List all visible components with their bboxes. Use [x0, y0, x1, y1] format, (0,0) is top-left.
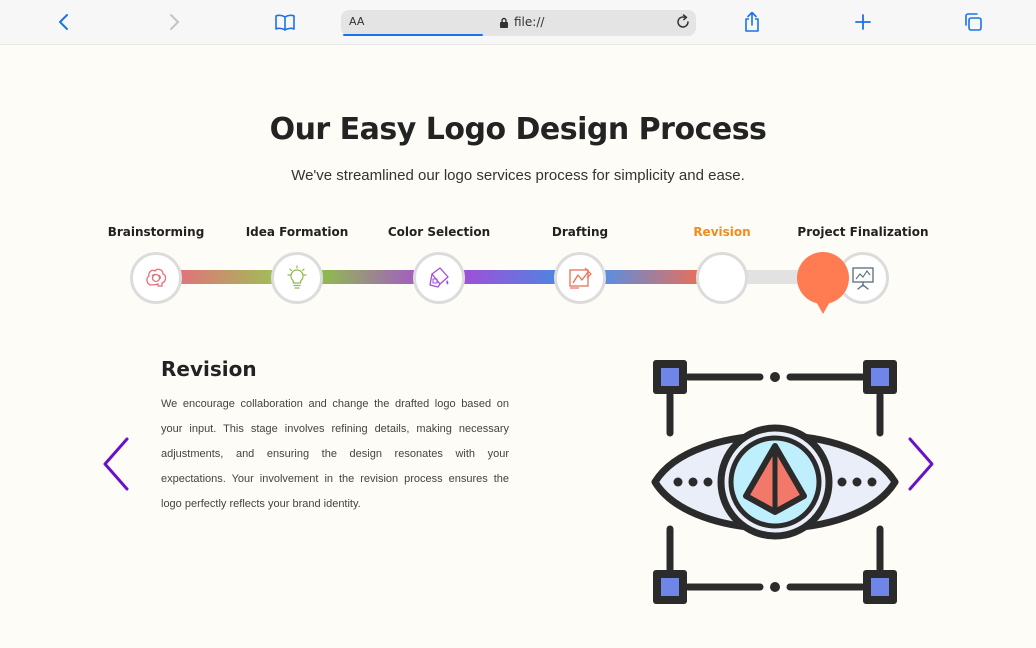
chevron-left-icon: [59, 14, 68, 30]
chevron-right-icon: [908, 437, 934, 491]
book-icon: [275, 14, 295, 31]
share-icon: [745, 11, 759, 32]
step-label-color-selection[interactable]: Color Selection: [364, 225, 514, 239]
page-title: Our Easy Logo Design Process: [269, 112, 767, 147]
step-label-brainstorming[interactable]: Brainstorming: [81, 225, 231, 239]
step-label-project-finalization[interactable]: Project Finalization: [788, 225, 938, 239]
step-label-revision[interactable]: Revision: [647, 225, 797, 239]
presentation-icon: [852, 267, 874, 290]
timeline-segment: [605, 270, 701, 284]
detail-description: We encourage collaboration and change th…: [161, 398, 509, 510]
brain-icon: [146, 268, 167, 287]
detail-title: Revision: [161, 357, 257, 381]
previous-arrow-button[interactable]: [100, 436, 132, 492]
step-node-brainstorming[interactable]: [130, 252, 182, 304]
share-button[interactable]: [737, 8, 767, 36]
step-node-idea-formation[interactable]: [271, 252, 323, 304]
lightbulb-icon: [287, 265, 307, 289]
forward-button[interactable]: [159, 8, 189, 36]
page-subtitle: We've streamlined our logo services proc…: [291, 167, 745, 184]
plus-icon: [855, 14, 871, 30]
step-node-revision[interactable]: [696, 252, 748, 304]
page-load-progress: [343, 34, 483, 36]
browser-toolbar: AA file://: [0, 0, 1036, 45]
new-tab-button[interactable]: [848, 8, 878, 36]
step-label-idea-formation[interactable]: Idea Formation: [222, 225, 372, 239]
back-button[interactable]: [49, 8, 79, 36]
lock-icon: [500, 17, 508, 28]
tabs-icon: [965, 13, 982, 31]
timeline-segment: [322, 270, 418, 284]
step-node-drafting[interactable]: [554, 252, 606, 304]
chevron-right-icon: [170, 14, 179, 30]
reload-icon[interactable]: [675, 14, 691, 30]
url-text: file://: [514, 15, 545, 29]
active-step-marker: [797, 252, 849, 314]
tabs-button[interactable]: [958, 8, 988, 36]
step-node-color-selection[interactable]: [413, 252, 465, 304]
chevron-left-icon: [103, 437, 129, 491]
revision-eye-illustration: [651, 360, 899, 604]
text-size-button[interactable]: AA: [349, 15, 364, 28]
bookmarks-button[interactable]: [270, 8, 300, 36]
timeline-segment: [463, 270, 559, 284]
address-bar[interactable]: AA file://: [341, 10, 696, 36]
next-arrow-button[interactable]: [905, 436, 937, 492]
timeline-segment: [180, 270, 276, 284]
step-label-drafting[interactable]: Drafting: [505, 225, 655, 239]
paint-bucket-icon: [429, 267, 449, 288]
drafting-icon: [569, 267, 592, 289]
